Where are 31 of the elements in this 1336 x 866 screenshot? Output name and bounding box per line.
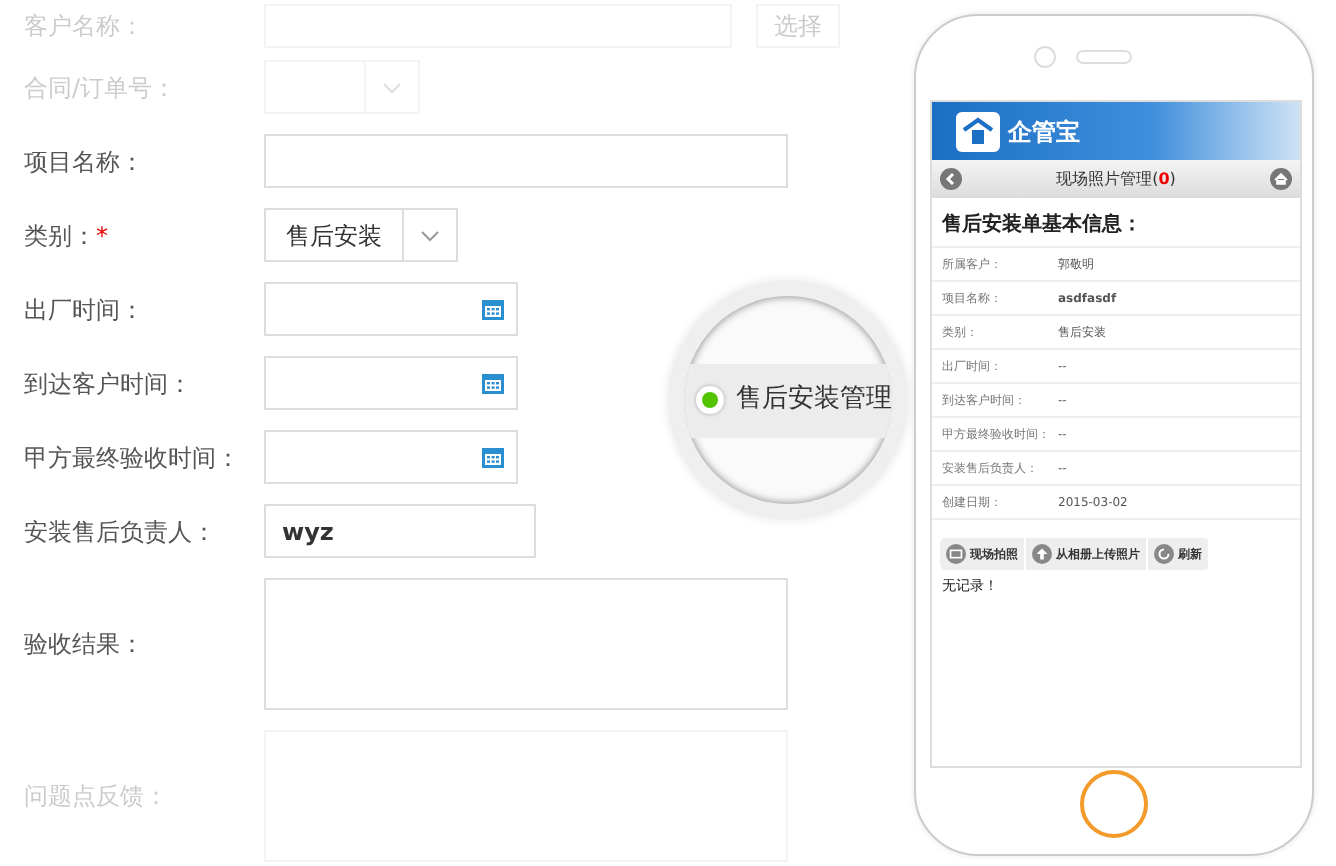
field-label: 验收结果： [24,628,146,662]
date-field[interactable] [264,430,518,484]
text-field[interactable] [264,134,788,188]
status-dot [696,386,724,414]
section-title: 售后安装单基本信息： [932,198,1300,248]
field-label: 安装售后负责人： [24,515,218,549]
camera-icon [946,544,966,564]
page-title: 现场照片管理(0) [1056,167,1176,191]
speaker-slot [1076,50,1132,64]
field-label: 类别：* [24,219,110,253]
logo-icon [956,111,1000,151]
field-label: 到达客户时间： [24,367,194,401]
menu-label: 售后安装管理 [736,382,892,419]
upload-icon [1032,544,1052,564]
camera-dot [1034,46,1056,68]
calendar-icon [482,446,504,468]
home-icon[interactable] [1269,168,1292,190]
date-field[interactable] [264,356,518,410]
back-icon[interactable] [940,168,962,190]
calendar-icon [482,372,504,394]
text-field[interactable]: wyz [264,504,536,558]
field-label: 出厂时间： [24,293,146,327]
home-button[interactable] [1080,770,1148,838]
date-field[interactable] [264,282,518,336]
logo-text: 企管宝 [1008,115,1080,149]
text-area[interactable] [264,578,788,710]
field-label: 项目名称： [24,145,146,179]
calendar-icon [482,298,504,320]
select-dropdown[interactable]: 售后安装 [264,208,458,262]
field-label: 甲方最终验收时间： [24,441,242,475]
refresh-icon [1154,544,1174,564]
